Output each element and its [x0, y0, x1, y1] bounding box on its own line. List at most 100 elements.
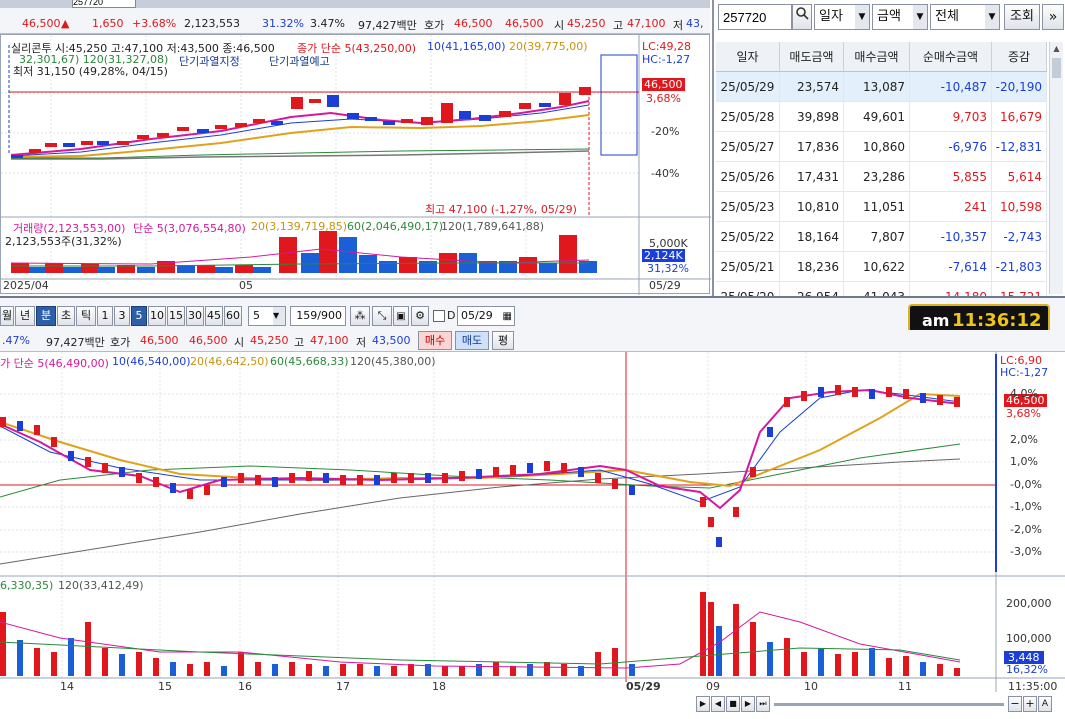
table-cell-sell: 10,810 — [780, 192, 844, 221]
daily-ma20-legend: 20(39,775,00) — [509, 40, 588, 53]
daily-candle — [579, 87, 591, 95]
query-button[interactable]: 조회 — [1004, 4, 1040, 30]
minute-ma5 — [0, 388, 961, 510]
daily-candle — [559, 93, 571, 105]
period-button[interactable]: 45 — [205, 306, 223, 326]
minute-volume-bar — [442, 666, 448, 676]
period-button[interactable]: 15 — [167, 306, 185, 326]
col-header-sell[interactable]: 매도금액 — [780, 42, 844, 72]
nav-stop-icon[interactable]: ■ — [726, 696, 740, 712]
minute-candle — [527, 463, 533, 473]
daily-volume-bar — [519, 257, 537, 273]
daily-candle — [401, 119, 413, 123]
zoom-in-icon[interactable]: + — [1023, 696, 1037, 712]
daily-volume-bar — [81, 264, 99, 273]
expand-button[interactable]: » — [1042, 4, 1064, 30]
line-tool-button[interactable]: ⤡ — [372, 306, 392, 326]
search-icon — [796, 7, 809, 20]
save-button[interactable]: ▣ — [393, 306, 409, 326]
stock-code-input[interactable] — [72, 0, 136, 8]
interval-select[interactable]: 5 ▼ — [248, 306, 286, 326]
daily-axis-tick: -40% — [651, 167, 680, 180]
daily-chart-panel[interactable]: 실리콘투 시:45,250 고:47,100 저:43,500 종:46,500… — [0, 34, 711, 295]
dropdown-arrow-icon: ▼ — [913, 5, 927, 29]
period-button[interactable]: 분 — [36, 306, 56, 326]
period-button[interactable]: 틱 — [76, 306, 96, 326]
drawing-tool-button[interactable]: ⁂ — [350, 306, 370, 326]
minute-ma-legend: 가 단순 5(46,490,00) — [0, 357, 109, 370]
period-button[interactable]: 10 — [148, 306, 166, 326]
minute-ma60-legend: 60(45,668,33) — [270, 355, 349, 368]
low-price: 43, — [686, 17, 704, 30]
table-row[interactable]: 25/05/23 10,810 11,051 241 10,598 — [716, 192, 1047, 222]
sell-button[interactable]: 매도 — [455, 331, 489, 350]
d-checkbox[interactable] — [433, 310, 445, 322]
calendar-icon[interactable]: ▦ — [503, 308, 512, 326]
period-button[interactable]: 월 — [0, 306, 14, 326]
daily-volume-bar — [235, 265, 253, 273]
auto-scale-icon[interactable]: A — [1038, 696, 1052, 712]
table-row[interactable]: 25/05/21 18,236 10,622 -7,614 -21,803 — [716, 252, 1047, 282]
table-cell-chg: 5,614 — [992, 162, 1047, 191]
table-cell-buy: 23,286 — [844, 162, 910, 191]
nav-prev-icon[interactable]: ◀ — [711, 696, 725, 712]
daily-max-label: 최고 47,100 (-1,27%, 05/29) — [425, 203, 577, 216]
scroll-up-icon[interactable]: ▲ — [1050, 42, 1063, 56]
period-button[interactable]: 1 — [97, 306, 113, 326]
col-header-buy[interactable]: 매수금액 — [844, 42, 910, 72]
minute-chart-svg — [0, 352, 1065, 692]
minute-volume-bar — [708, 602, 714, 676]
table-cell-buy: 49,601 — [844, 102, 910, 131]
date-input[interactable]: 05/29 ▦ — [457, 306, 515, 326]
zoom-out-icon[interactable]: − — [1008, 696, 1022, 712]
table-row[interactable]: 25/05/22 18,164 7,807 -10,357 -2,743 — [716, 222, 1047, 252]
table-row[interactable]: 25/05/26 17,431 23,286 5,855 5,614 — [716, 162, 1047, 192]
scroll-thumb[interactable] — [1052, 58, 1061, 78]
nav-first-icon[interactable]: ▶ — [696, 696, 710, 712]
buy-button[interactable]: 매수 — [418, 331, 452, 350]
qb2-bid: 46,500 — [189, 334, 228, 347]
minute-x-label: 14 — [60, 680, 74, 693]
minute-candle — [886, 387, 892, 397]
minute-candle — [920, 393, 926, 403]
minute-candle — [374, 475, 380, 485]
select-scope[interactable]: 전체 ▼ — [930, 4, 1000, 30]
minute-volume-bar — [357, 664, 363, 676]
period-button[interactable]: 3 — [114, 306, 130, 326]
select-date-type[interactable]: 일자 ▼ — [814, 4, 870, 30]
volume: 2,123,553 — [184, 17, 240, 30]
table-row[interactable]: 25/05/29 23,574 13,087 -10,487 -20,190 — [716, 72, 1047, 102]
minute-chart-panel[interactable]: 가 단순 5(46,490,00) 10(46,540,00) 20(46,64… — [0, 352, 1065, 693]
avg-button[interactable]: 평 — [492, 331, 514, 350]
high-label: 고 — [613, 19, 624, 32]
col-header-change[interactable]: 증감 — [992, 42, 1047, 72]
vertical-scrollbar[interactable]: ▲ — [1049, 42, 1063, 294]
table-cell-date: 25/05/27 — [716, 132, 780, 161]
period-button[interactable]: 초 — [57, 306, 75, 326]
minute-candle — [408, 473, 414, 483]
period-button[interactable]: 30 — [186, 306, 204, 326]
minute-candle — [238, 473, 244, 483]
daily-candle — [271, 121, 283, 125]
select-amount-type[interactable]: 금액 ▼ — [872, 4, 928, 30]
settings-button[interactable]: ⚙ — [411, 306, 429, 326]
period-button[interactable]: 년 — [15, 306, 35, 326]
col-header-net[interactable]: 순매수금액 — [910, 42, 992, 72]
volume-ratio: 31.32% — [262, 17, 304, 30]
period-button[interactable]: 5 — [131, 306, 147, 326]
col-header-date[interactable]: 일자 — [716, 42, 780, 72]
minute-volume-bar — [85, 622, 91, 676]
daily-candle — [197, 129, 209, 133]
nav-next-icon[interactable]: ▶ — [741, 696, 755, 712]
search-button[interactable] — [792, 4, 812, 30]
nav-slider[interactable] — [774, 703, 1004, 706]
count-input[interactable]: 159/900 — [290, 306, 346, 326]
table-row[interactable]: 25/05/27 17,836 10,860 -6,976 -12,831 — [716, 132, 1047, 162]
period-button[interactable]: 60 — [224, 306, 242, 326]
right-code-input[interactable] — [718, 4, 792, 30]
minute-candle — [170, 483, 176, 493]
nav-last-icon[interactable]: ⏭ — [756, 696, 770, 712]
table-row[interactable]: 25/05/28 39,898 49,601 9,703 16,679 — [716, 102, 1047, 132]
minute-axis-tick: 1,0% — [1010, 455, 1038, 468]
ask-price: 46,500 — [454, 17, 493, 30]
